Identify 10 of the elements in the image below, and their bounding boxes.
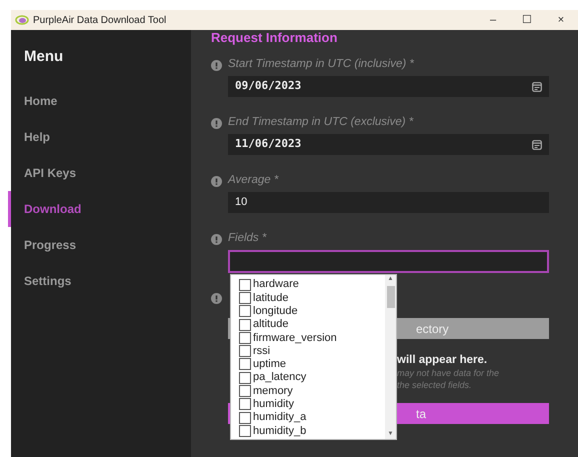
section-heading: Request Information (211, 30, 338, 46)
status-message: will appear here. (397, 354, 488, 367)
note-text: may not have data for the (397, 367, 500, 379)
field-label: Fields * (228, 231, 266, 246)
window-title: PurpleAir Data Download Tool (33, 14, 168, 28)
field-label: Start Timestamp in UTC (inclusive) * (228, 57, 414, 72)
field-label: Average * (228, 173, 278, 188)
menu-title: Menu (23, 47, 64, 67)
field-label: End Timestamp in UTC (exclusive) * (228, 115, 414, 130)
note-text: the selected fields. (397, 379, 473, 391)
